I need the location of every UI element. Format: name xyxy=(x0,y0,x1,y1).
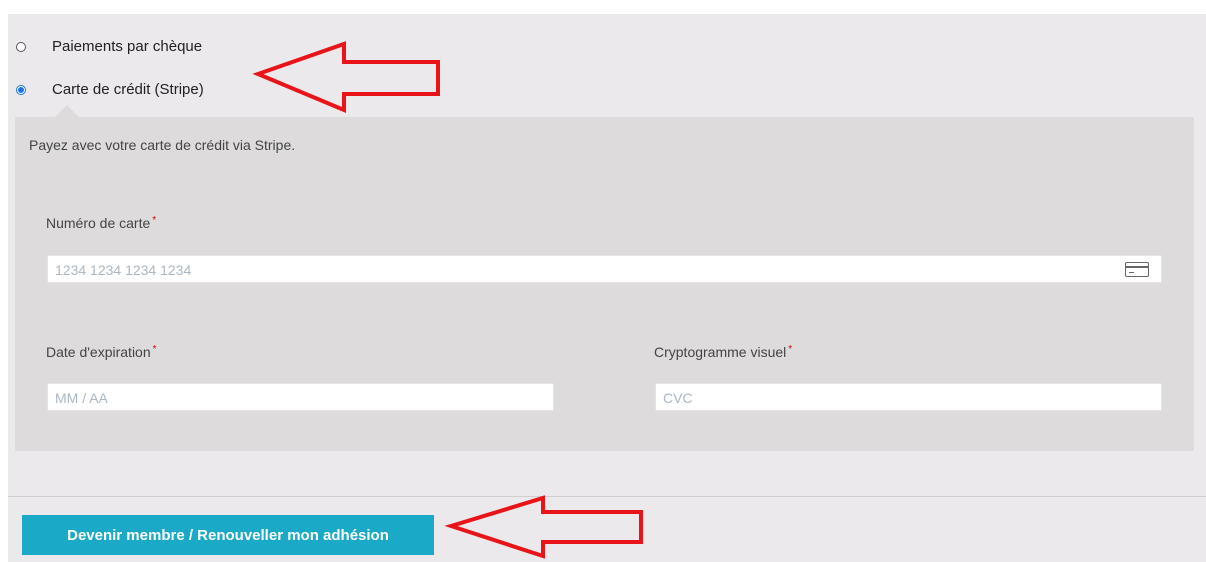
cvc-input[interactable]: CVC xyxy=(655,383,1162,411)
cvc-placeholder: CVC xyxy=(663,390,693,406)
expiry-placeholder: MM / AA xyxy=(55,390,108,406)
checkout-page: Paiements par chèque Carte de crédit (St… xyxy=(0,0,1206,562)
card-number-label-text: Numéro de carte xyxy=(46,215,151,231)
stripe-radio[interactable] xyxy=(16,84,26,95)
stripe-card-form: Payez avec votre carte de crédit via Str… xyxy=(15,105,1194,451)
annotation-arrow-submit xyxy=(444,495,643,559)
annotation-arrow-stripe xyxy=(252,41,440,114)
payment-method-cheque[interactable]: Paiements par chèque xyxy=(16,38,202,55)
card-number-label: Numéro de carte * xyxy=(46,215,156,231)
required-mark: * xyxy=(152,215,157,226)
credit-card-icon xyxy=(1125,262,1149,277)
cvc-label-text: Cryptogramme visuel xyxy=(654,344,787,360)
cvc-label: Cryptogramme visuel * xyxy=(654,344,792,360)
become-member-button[interactable]: Devenir membre / Renouveller mon adhésio… xyxy=(22,515,434,555)
required-mark: * xyxy=(152,344,157,355)
expiry-label-text: Date d'expiration xyxy=(46,344,151,360)
cheque-radio[interactable] xyxy=(16,41,26,52)
stripe-description: Payez avec votre carte de crédit via Str… xyxy=(29,137,296,153)
cheque-label[interactable]: Paiements par chèque xyxy=(52,38,202,55)
card-number-input[interactable]: 1234 1234 1234 1234 xyxy=(47,255,1162,283)
required-mark: * xyxy=(788,344,793,355)
expiry-label: Date d'expiration * xyxy=(46,344,157,360)
payment-method-stripe[interactable]: Carte de crédit (Stripe) xyxy=(16,81,204,98)
card-number-placeholder: 1234 1234 1234 1234 xyxy=(55,262,192,278)
expiry-input[interactable]: MM / AA xyxy=(47,383,554,411)
stripe-label[interactable]: Carte de crédit (Stripe) xyxy=(52,81,204,98)
